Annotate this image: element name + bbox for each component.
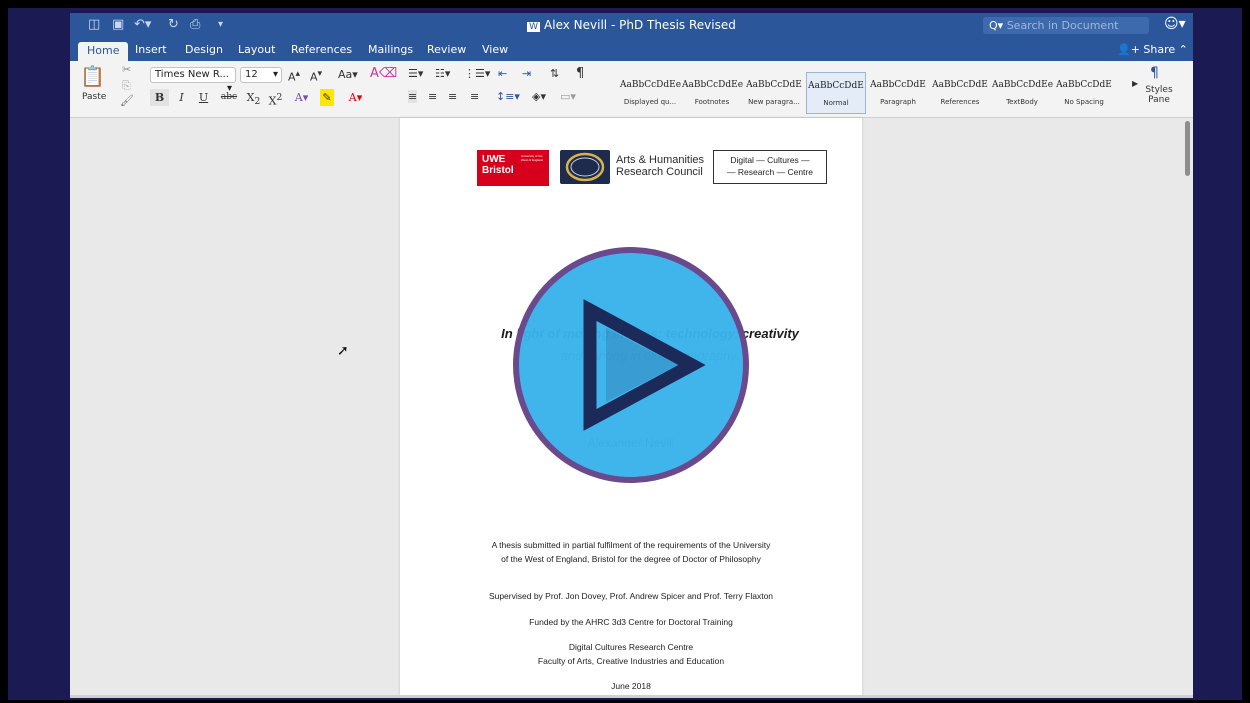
style-tile[interactable]: AaBbCcDdEe Displayed qu... (620, 72, 682, 114)
tab-insert[interactable]: Insert (135, 43, 167, 56)
word-doc-icon: W (527, 22, 541, 32)
dcrc-logo: Digital — Cultures — — Research — Centre (713, 150, 827, 184)
style-sample-text: AaBbCcDdE (808, 81, 864, 91)
show-formatting-icon[interactable]: ¶ (576, 66, 584, 81)
grow-font-icon[interactable]: A▴ (288, 68, 300, 84)
bullets-icon[interactable]: ☰▾ (408, 67, 423, 80)
clear-formatting-icon[interactable]: A⌫ (370, 66, 397, 81)
gallery-next-icon[interactable]: ▶ (1132, 79, 1138, 88)
search-input[interactable]: Q▾ Search in Document (983, 17, 1149, 34)
style-tile[interactable]: AaBbCcDdEe TextBody (992, 72, 1054, 114)
style-tile[interactable]: AaBbCcDdE Paragraph (868, 72, 928, 114)
style-tile[interactable]: AaBbCcDdEe Footnotes (682, 72, 744, 114)
style-sample-text: AaBbCcDdE (746, 80, 802, 90)
word-window: ◫ ▣ ↶▾ ↻ ⎙ ▾ W Alex Nevill - PhD Thesis R… (70, 13, 1193, 698)
font-color-icon[interactable]: A▾ (346, 89, 365, 106)
style-tile[interactable]: AaBbCcDdE Normal (806, 72, 866, 114)
share-button[interactable]: 👤+ Share ⌃ (1117, 43, 1188, 56)
numbering-icon[interactable]: ☷▾ (435, 67, 450, 80)
style-tile[interactable]: AaBbCcDdE References (930, 72, 990, 114)
styles-pane-icon[interactable]: ¶ (1150, 65, 1159, 81)
ahrc-emblem-icon (565, 152, 605, 182)
supervisors-line: Supervised by Prof. Jon Dovey, Prof. And… (488, 591, 774, 601)
feedback-smiley-icon[interactable]: ☺▾ (1164, 16, 1186, 32)
tab-home[interactable]: Home (78, 42, 129, 61)
underline-button[interactable]: U (194, 89, 213, 106)
title-bar: ◫ ▣ ↶▾ ↻ ⎙ ▾ W Alex Nevill - PhD Thesis R… (70, 13, 1193, 39)
ribbon-home: 📋 Paste ✂ ⎘ 🖌 Times New R... ▾ 12 ▾ A▴ A▾ … (70, 61, 1193, 118)
tab-mailings[interactable]: Mailings (368, 43, 413, 56)
chevron-down-icon: ▾ (272, 69, 278, 80)
style-name-label: Paragraph (880, 98, 916, 106)
tab-layout[interactable]: Layout (238, 43, 275, 56)
mouse-cursor-icon: ➚ (337, 343, 349, 359)
subscript-button[interactable]: X2 (244, 89, 263, 107)
centre-affiliation: Digital Cultures Research Centre Faculty… (537, 642, 725, 666)
justify-icon[interactable]: ≡ (470, 90, 479, 103)
style-name-label: TextBody (1006, 98, 1038, 106)
style-name-label: Normal (823, 99, 849, 107)
ahrc-logo-text: Arts & Humanities Research Council (616, 154, 705, 178)
collapse-ribbon-icon[interactable]: ⌃ (1179, 43, 1188, 56)
document-canvas[interactable]: UWE Bristol University of the West of En… (70, 118, 1193, 695)
funding-line: Funded by the AHRC 3d3 Centre for Doctor… (529, 617, 733, 627)
borders-icon[interactable]: ▭▾ (560, 90, 576, 103)
style-sample-text: AaBbCcDdE (932, 80, 988, 90)
superscript-button[interactable]: X2 (266, 89, 285, 108)
cut-icon[interactable]: ✂ (122, 63, 131, 76)
style-sample-text: AaBbCcDdEe (682, 80, 744, 90)
tab-design[interactable]: Design (185, 43, 223, 56)
font-size-select[interactable]: 12 ▾ (240, 67, 282, 83)
style-name-label: Displayed qu... (623, 98, 677, 106)
vertical-scrollbar[interactable] (1185, 121, 1190, 176)
style-tile[interactable]: AaBbCcDdE New paragra... (744, 72, 804, 114)
document-page[interactable]: UWE Bristol University of the West of En… (400, 118, 862, 695)
align-left-icon[interactable]: ≡ (408, 90, 418, 103)
align-center-icon[interactable]: ≡ (428, 90, 437, 103)
tab-review[interactable]: Review (427, 43, 466, 56)
tab-view[interactable]: View (482, 43, 508, 56)
play-video-button[interactable] (512, 246, 750, 484)
change-case-icon[interactable]: Aa▾ (338, 68, 358, 81)
line-spacing-icon[interactable]: ↕≡▾ (496, 90, 520, 103)
status-bar (70, 695, 1193, 698)
multilevel-list-icon[interactable]: ⋮☰▾ (464, 67, 490, 80)
style-name-label: References (940, 98, 980, 106)
font-name-select[interactable]: Times New R... ▾ (150, 67, 236, 94)
ahrc-logo-icon (560, 150, 610, 184)
sort-icon[interactable]: ⇅ (550, 67, 559, 80)
search-icon: Q▾ (989, 19, 1004, 32)
shrink-font-icon[interactable]: A▾ (310, 68, 322, 84)
styles-pane-button[interactable]: Styles Pane (1143, 85, 1175, 105)
style-sample-text: AaBbCcDdEe (992, 80, 1054, 90)
italic-button[interactable]: I (172, 89, 191, 106)
uwe-bristol-logo: UWE Bristol University of the West of En… (477, 150, 549, 186)
style-name-label: No Spacing (1064, 98, 1104, 106)
decrease-indent-icon[interactable]: ⇤ (498, 67, 507, 80)
highlight-icon[interactable]: ✎ (320, 89, 334, 106)
shading-icon[interactable]: ◈▾ (532, 90, 546, 103)
tab-references[interactable]: References (291, 43, 352, 56)
style-tile[interactable]: AaBbCcDdE No Spacing (1054, 72, 1114, 114)
paste-icon[interactable]: 📋 (80, 64, 105, 88)
paste-label[interactable]: Paste (82, 92, 106, 102)
bold-button[interactable]: B (150, 89, 169, 106)
increase-indent-icon[interactable]: ⇥ (522, 67, 531, 80)
style-sample-text: AaBbCcDdE (1056, 80, 1112, 90)
style-sample-text: AaBbCcDdE (870, 80, 926, 90)
thesis-date: June 2018 (611, 681, 651, 691)
strikethrough-button[interactable]: abc (218, 89, 240, 106)
copy-icon[interactable]: ⎘ (122, 79, 131, 93)
style-name-label: Footnotes (694, 98, 730, 106)
style-sample-text: AaBbCcDdEe (620, 80, 682, 90)
submission-statement: A thesis submitted in partial fulfilment… (491, 540, 771, 564)
align-right-icon[interactable]: ≡ (448, 90, 457, 103)
text-effects-icon[interactable]: A▾ (292, 89, 311, 106)
add-person-icon: 👤+ (1117, 43, 1140, 56)
style-name-label: New paragra... (748, 98, 800, 106)
ribbon-tab-bar: Home Insert Design Layout References Mai… (70, 39, 1193, 61)
format-painter-icon[interactable]: 🖌 (120, 94, 134, 107)
